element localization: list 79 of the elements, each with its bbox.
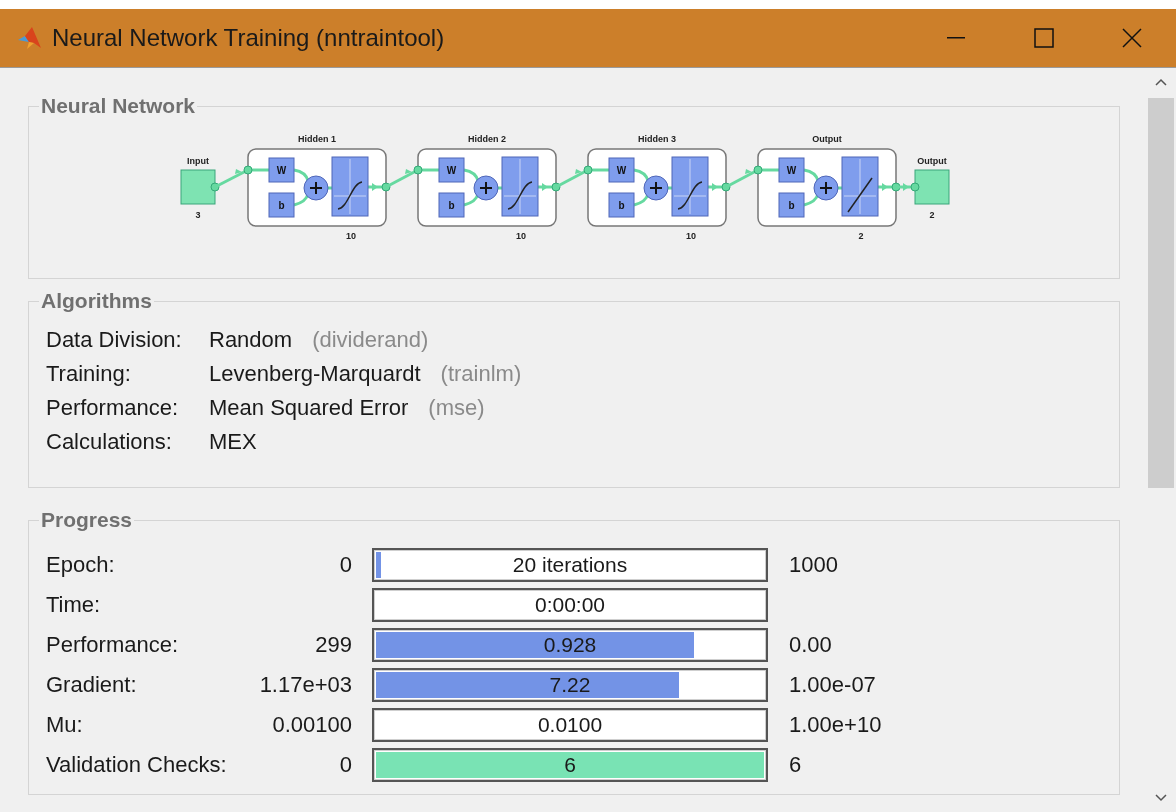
weight-node: W — [778, 157, 805, 183]
end-value: 0.00 — [789, 632, 832, 657]
bias-node: b — [268, 192, 295, 218]
sum-icon — [813, 175, 839, 201]
scroll-up-icon[interactable] — [1155, 78, 1167, 86]
input-size: 3 — [195, 210, 201, 220]
bias-node: b — [608, 192, 635, 218]
weight-node: W — [608, 157, 635, 183]
output-label: Output — [917, 156, 947, 166]
weight-node: W — [268, 157, 295, 183]
sum-icon — [473, 175, 499, 201]
field-value: MEX — [209, 429, 257, 455]
field-label: Calculations: — [46, 429, 173, 455]
panel-title: Algorithms — [40, 289, 153, 313]
start-value: 299 — [315, 632, 352, 657]
window-title: Neural Network Training (nntraintool) — [52, 24, 446, 52]
bar-value: 0.0100 — [536, 713, 604, 737]
layer-size: 2 — [858, 231, 864, 241]
transfer-function-icon — [501, 156, 539, 217]
junction-dot — [551, 182, 561, 192]
row-label: Mu: — [46, 712, 84, 738]
function-name: (dividerand) — [312, 327, 429, 353]
panel-title: Progress — [40, 508, 134, 532]
end-value: 1.00e+10 — [789, 712, 882, 737]
minimize-icon — [947, 37, 965, 39]
bias-node: b — [778, 192, 805, 218]
row-label: Performance: — [46, 632, 180, 658]
sum-icon — [303, 175, 329, 201]
bar-value: 0.928 — [542, 633, 598, 657]
junction-dot — [891, 182, 901, 192]
junction-dot — [381, 182, 391, 192]
row-label: Validation Checks: — [46, 752, 228, 778]
transfer-function-icon — [331, 156, 369, 217]
layer-title: Hidden 3 — [638, 134, 676, 144]
field-value: Mean Squared Error — [209, 395, 409, 421]
function-name: (trainlm) — [440, 361, 522, 387]
maximize-icon — [1034, 28, 1054, 48]
end-value: 1000 — [789, 552, 838, 577]
bar-value: 20 iterations — [511, 553, 629, 577]
input-node — [180, 169, 216, 205]
junction-dot — [210, 182, 220, 192]
end-value: 1.00e-07 — [789, 672, 876, 697]
weight-node: W — [438, 157, 465, 183]
transfer-function-icon — [671, 156, 709, 217]
bar-value: 6 — [563, 753, 577, 777]
row-label: Time: — [46, 592, 102, 618]
peak-logo-icon — [16, 26, 42, 50]
sum-icon — [643, 175, 669, 201]
start-value: 0 — [339, 552, 352, 577]
layer-title: Hidden 2 — [468, 134, 506, 144]
bias-node: b — [438, 192, 465, 218]
output-size: 2 — [929, 210, 935, 220]
function-name: (mse) — [428, 395, 485, 421]
start-value: 0.00100 — [272, 712, 352, 737]
bar-value: 0:00:00 — [533, 593, 607, 617]
row-label: Epoch: — [46, 552, 116, 578]
field-label: Performance: — [46, 395, 180, 421]
output-node — [914, 169, 950, 205]
layer-title: Output — [812, 134, 842, 144]
input-label: Input — [187, 156, 209, 166]
scroll-thumb[interactable] — [1148, 98, 1174, 488]
panel-title: Neural Network — [40, 94, 197, 118]
layer-size: 10 — [516, 231, 526, 241]
layer-size: 10 — [686, 231, 696, 241]
start-value: 0 — [339, 752, 352, 777]
end-value: 6 — [789, 752, 802, 777]
transfer-function-icon — [841, 156, 879, 217]
start-value: 1.17e+03 — [259, 672, 352, 697]
field-value: Random — [209, 327, 293, 353]
bar-value: 7.22 — [548, 673, 592, 697]
field-value: Levenberg-Marquardt — [209, 361, 421, 387]
layer-title: Hidden 1 — [298, 134, 336, 144]
row-label: Gradient: — [46, 672, 138, 698]
close-icon — [1122, 28, 1142, 48]
junction-dot — [721, 182, 731, 192]
layer-size: 10 — [346, 231, 356, 241]
field-label: Data Division: — [46, 327, 183, 353]
field-label: Training: — [46, 361, 132, 387]
scroll-down-icon[interactable] — [1155, 794, 1167, 802]
